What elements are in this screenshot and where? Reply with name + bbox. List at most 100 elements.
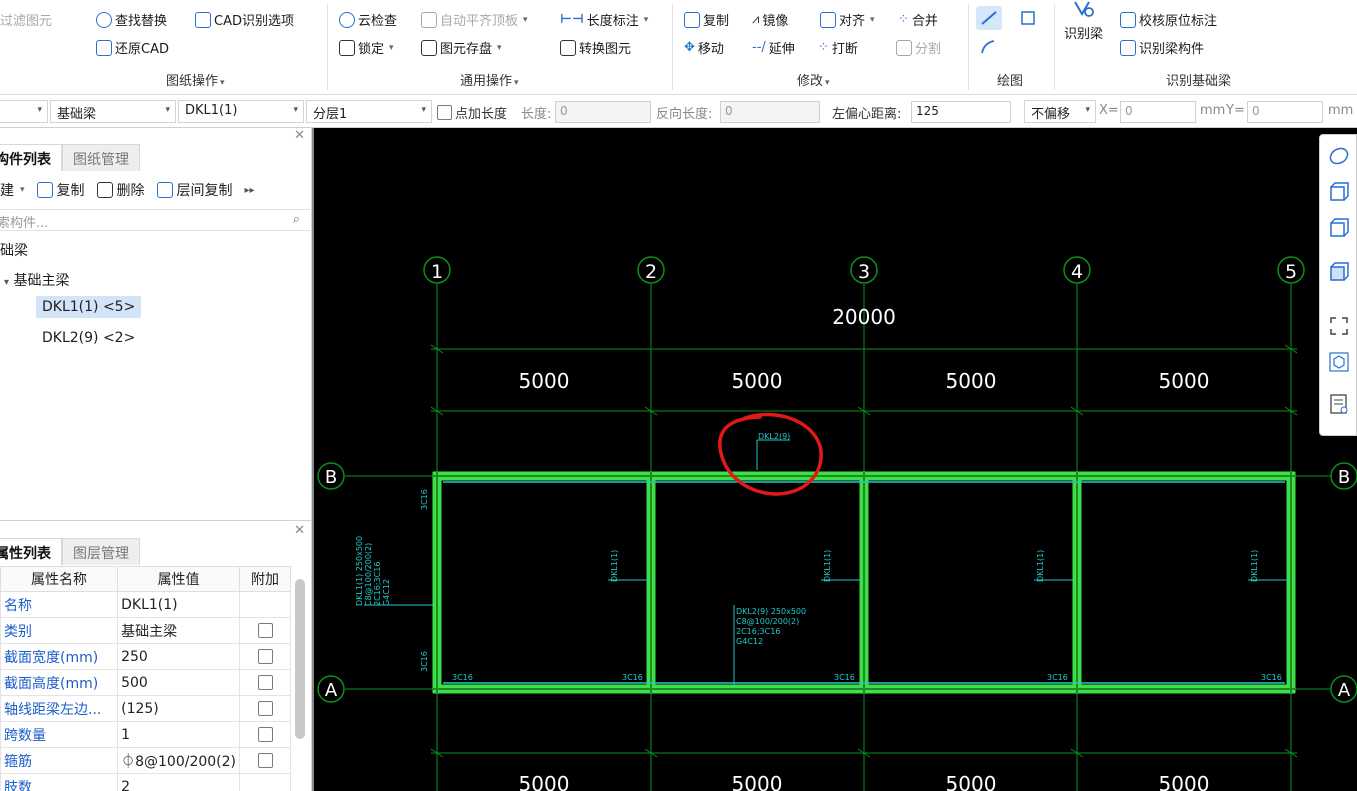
foundation-beams[interactable]: [432, 471, 1296, 694]
category-select[interactable]: ▾: [0, 100, 48, 123]
tab-property-list[interactable]: 属性列表: [0, 538, 62, 565]
cube-icon[interactable]: [1328, 217, 1350, 239]
component-select[interactable]: DKL1(1) ▾: [178, 100, 304, 123]
prop-value[interactable]: 1: [117, 721, 241, 748]
tab-drawing-manage[interactable]: 图纸管理: [62, 144, 140, 171]
close-icon[interactable]: ✕: [294, 128, 305, 143]
table-row[interactable]: 名称 DKL1(1): [0, 591, 291, 618]
align-button[interactable]: 对齐 ▾: [820, 10, 875, 29]
scrollbar[interactable]: [295, 579, 305, 739]
table-row[interactable]: 轴线距梁左边... (125): [0, 695, 291, 722]
length-mark-button[interactable]: ⊢⊣ 长度标注 ▾: [560, 10, 648, 29]
note-center-line: 2C16;3C16: [736, 627, 780, 636]
extra-checkbox[interactable]: [257, 727, 273, 742]
draw-arc-button[interactable]: [976, 35, 1002, 59]
prop-value[interactable]: 250: [117, 643, 241, 670]
modify-group-label[interactable]: 修改 ▾: [797, 70, 830, 89]
tab-component-list[interactable]: 构件列表: [0, 144, 62, 171]
offset-input[interactable]: 125: [911, 101, 1011, 123]
save-elements-button[interactable]: 图元存盘 ▾: [421, 38, 502, 57]
delete-button[interactable]: 删除: [96, 180, 145, 200]
mirror-button[interactable]: ⩘ 镜像: [752, 10, 788, 29]
search-icon[interactable]: ⌕: [293, 212, 300, 227]
3d-view-icon[interactable]: [1328, 181, 1350, 203]
drawing-ops-group-label[interactable]: 图纸操作 ▾: [166, 70, 225, 89]
tree-group[interactable]: ▾ 基础主梁: [4, 270, 69, 290]
floor-copy-icon: [156, 182, 173, 198]
offset-label: 左偏心距离:: [832, 107, 902, 122]
type-select[interactable]: 基础梁 ▾: [50, 100, 176, 123]
more-icon[interactable]: ▸▸: [245, 185, 255, 196]
find-replace-button[interactable]: 查找替换: [96, 10, 167, 29]
table-row[interactable]: 截面宽度(mm) 250: [0, 643, 291, 670]
tree-item-dkl1[interactable]: DKL1(1) <5>: [36, 296, 142, 318]
close-icon[interactable]: ✕: [294, 523, 305, 538]
cad-drawing[interactable]: 1 2 3 4 5 B A B A 20000 5000 5000 5000 5…: [314, 128, 1357, 791]
identify-beam-button[interactable]: 识别梁: [1064, 0, 1103, 42]
extra-checkbox[interactable]: [257, 701, 273, 716]
extend-label: 延伸: [768, 42, 795, 57]
prop-value[interactable]: DKL1(1): [117, 591, 241, 618]
cloud-check-button[interactable]: 云检查: [339, 10, 397, 29]
split-button[interactable]: 分割: [896, 38, 941, 57]
prop-value[interactable]: 基础主梁: [117, 617, 241, 644]
draw-line-button[interactable]: [976, 6, 1002, 30]
cad-canvas[interactable]: 1 2 3 4 5 B A B A 20000 5000 5000 5000 5…: [314, 128, 1357, 791]
table-row[interactable]: 肢数 2: [0, 773, 291, 791]
solid-cube-icon[interactable]: [1328, 261, 1350, 283]
restore-cad-button[interactable]: 还原CAD: [96, 38, 169, 57]
extra-checkbox[interactable]: [257, 675, 273, 690]
auto-align-button[interactable]: 自动平齐顶板 ▾: [421, 10, 528, 29]
layer-display-icon[interactable]: [1328, 393, 1350, 415]
prop-name: 截面高度(mm): [0, 669, 119, 696]
lock-button[interactable]: 锁定 ▾: [339, 38, 394, 57]
convert-elements-button[interactable]: 转换图元: [560, 38, 631, 57]
cad-options-button[interactable]: CAD识别选项: [195, 10, 294, 29]
table-row[interactable]: 类别 基础主梁: [0, 617, 291, 644]
view-cube-icon[interactable]: [1328, 351, 1350, 373]
reverse-length-input[interactable]: 0: [720, 101, 820, 123]
tree-root[interactable]: 基础梁: [0, 240, 28, 260]
offset-mode-select[interactable]: 不偏移 ▾: [1024, 100, 1096, 123]
tab-layer-manage[interactable]: 图层管理: [62, 538, 140, 565]
extra-checkbox[interactable]: [257, 649, 273, 664]
x-input[interactable]: 0: [1120, 101, 1196, 123]
table-row[interactable]: 跨数量 1: [0, 721, 291, 748]
copy-component-button[interactable]: 复制: [36, 180, 85, 200]
table-row[interactable]: 箍筋 ⏀8@100/200(2): [0, 747, 291, 774]
component-search[interactable]: 搜索构件... ⌕: [0, 209, 310, 231]
prop-value[interactable]: 500: [117, 669, 241, 696]
prop-value[interactable]: (125): [117, 695, 241, 722]
axis-label-3: 3: [858, 261, 870, 283]
draw-rect-button[interactable]: [1015, 6, 1041, 30]
length-input[interactable]: 0: [555, 101, 651, 123]
new-button[interactable]: 新建▾: [0, 180, 25, 200]
table-row[interactable]: 截面高度(mm) 500: [0, 669, 291, 696]
align-label: 对齐: [839, 14, 866, 29]
checkbox[interactable]: [437, 105, 452, 120]
merge-button[interactable]: ⁘ 合并: [898, 10, 938, 29]
copy-button[interactable]: 复制: [684, 10, 729, 29]
extra-checkbox[interactable]: [257, 623, 273, 638]
break-label: 打断: [831, 42, 858, 57]
move-button[interactable]: ✥ 移动: [684, 38, 724, 57]
y-unit: mm: [1328, 103, 1354, 118]
prop-value[interactable]: 2: [117, 773, 241, 791]
merge-label: 合并: [911, 14, 938, 29]
check-original-button[interactable]: 校核原位标注: [1120, 10, 1217, 29]
tree-item-dkl2[interactable]: DKL2(9) <2>: [42, 330, 135, 346]
extra-checkbox[interactable]: [257, 753, 273, 768]
span-dimension-4: 5000: [1159, 369, 1210, 393]
extend-button[interactable]: --/ 延伸: [752, 38, 795, 57]
point-length-checkbox[interactable]: 点加长度: [437, 103, 507, 122]
identify-beam-component-button[interactable]: 识别梁构件: [1120, 38, 1204, 57]
prop-value[interactable]: ⏀8@100/200(2): [117, 747, 241, 774]
general-ops-group-label[interactable]: 通用操作 ▾: [460, 70, 519, 89]
break-button[interactable]: ⁘ 打断: [818, 38, 858, 57]
floor-copy-button[interactable]: 层间复制: [156, 180, 233, 200]
filter-elements-button[interactable]: 过滤图元: [0, 10, 52, 29]
fullscreen-icon[interactable]: [1328, 315, 1350, 337]
y-input[interactable]: 0: [1247, 101, 1323, 123]
layer-select[interactable]: 分层1 ▾: [306, 100, 432, 123]
rotate-view-icon[interactable]: [1328, 145, 1350, 167]
